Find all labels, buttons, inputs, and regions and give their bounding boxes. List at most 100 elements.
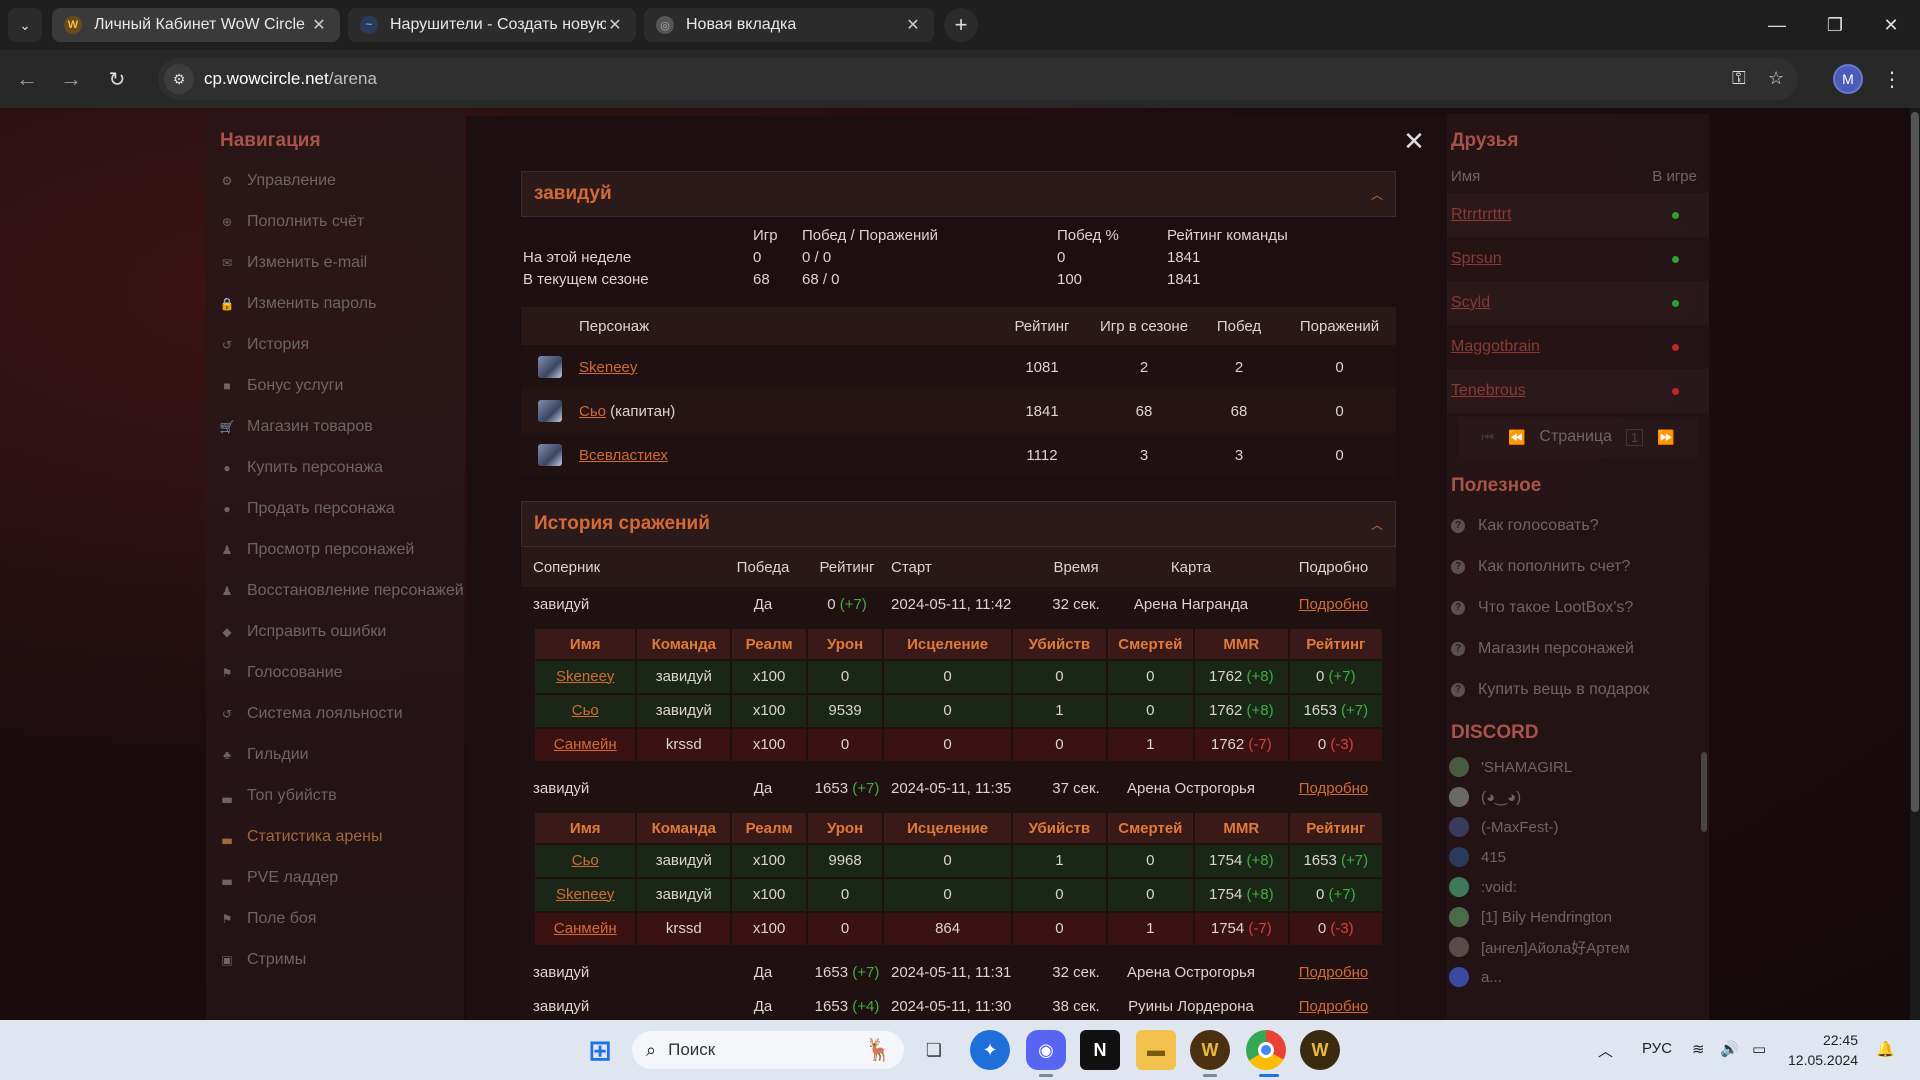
- nav-item[interactable]: ● Купить персонажа: [206, 447, 464, 488]
- nav-item[interactable]: ✉ Изменить e-mail: [206, 242, 464, 283]
- address-bar[interactable]: ⚙ cp.wowcircle.net/arena ⚿ ☆: [158, 58, 1798, 100]
- nav-item[interactable]: ◆ Исправить ошибки: [206, 611, 464, 652]
- character-link[interactable]: Всевластиех: [579, 447, 668, 464]
- taskbar-clock[interactable]: 22:45 12.05.2024: [1788, 1030, 1858, 1070]
- player-link[interactable]: Санмейн: [554, 920, 617, 937]
- close-window-icon[interactable]: ✕: [1862, 0, 1920, 50]
- next-page-icon[interactable]: ⏩: [1657, 429, 1674, 446]
- nav-item[interactable]: ♟ Просмотр персонажей: [206, 529, 464, 570]
- restore-icon[interactable]: ❐: [1806, 0, 1864, 50]
- details-link[interactable]: Подробно: [1299, 964, 1368, 981]
- useful-item[interactable]: ? Как пополнить счет?: [1447, 546, 1709, 587]
- taskbar-search[interactable]: ⌕ Поиск 🦌: [632, 1031, 904, 1069]
- player-link[interactable]: Сьо: [572, 702, 599, 719]
- new-tab-button[interactable]: +: [944, 8, 978, 42]
- back-icon[interactable]: ←: [10, 62, 44, 96]
- nav-item[interactable]: ▣ Стримы: [206, 939, 464, 980]
- discord-member[interactable]: :void:: [1447, 872, 1709, 902]
- notification-bell-icon[interactable]: 🔔: [1876, 1040, 1895, 1058]
- battery-icon[interactable]: ▭: [1752, 1040, 1766, 1058]
- password-key-icon[interactable]: ⚿: [1732, 68, 1746, 89]
- discord-member-list[interactable]: 'SHAMAGIRL (◕‿◕) (-MaxFest-) 415:void: [1] B…: [1447, 752, 1709, 992]
- wow-game-icon[interactable]: W: [1300, 1030, 1340, 1070]
- close-tab-icon[interactable]: ✕: [310, 15, 328, 35]
- nav-item[interactable]: ● Продать персонажа: [206, 488, 464, 529]
- nav-item[interactable]: ■ Бонус услуги: [206, 365, 464, 406]
- player-link[interactable]: Skeneey: [556, 886, 614, 903]
- discord-icon[interactable]: ◉: [1026, 1030, 1066, 1070]
- discord-member[interactable]: [1] Bily Hendrington: [1447, 902, 1709, 932]
- page-number-input[interactable]: 1: [1625, 428, 1644, 446]
- friend-link[interactable]: Maggotbrain: [1451, 338, 1540, 356]
- copilot-icon[interactable]: ✦: [970, 1030, 1010, 1070]
- page-scroll-thumb[interactable]: [1911, 112, 1919, 812]
- player-link[interactable]: Санмейн: [554, 736, 617, 753]
- discord-member[interactable]: 'SHAMAGIRL: [1447, 752, 1709, 782]
- chrome-icon[interactable]: [1246, 1030, 1286, 1070]
- discord-member[interactable]: [ангел]Айола好Артем: [1447, 932, 1709, 962]
- tray-chevron-up-icon[interactable]: ︿: [1598, 1040, 1613, 1061]
- discord-member[interactable]: (◕‿◕): [1447, 782, 1709, 812]
- nav-item[interactable]: ↺ Система лояльности: [206, 693, 464, 734]
- chevron-up-icon[interactable]: ︿: [1371, 516, 1383, 533]
- page-scrollbar[interactable]: [1910, 108, 1920, 1020]
- profile-avatar[interactable]: M: [1833, 64, 1863, 94]
- wifi-icon[interactable]: ≋: [1692, 1040, 1705, 1058]
- details-link[interactable]: Подробно: [1299, 780, 1368, 797]
- character-link[interactable]: Skeneey: [579, 359, 637, 376]
- friend-link[interactable]: Sprsun: [1451, 250, 1502, 268]
- nav-item[interactable]: ⚙ Управление: [206, 160, 464, 201]
- nav-item[interactable]: ⊕ Пополнить счёт: [206, 201, 464, 242]
- prev-page-icon[interactable]: ⏪: [1508, 429, 1525, 446]
- player-link[interactable]: Skeneey: [556, 668, 614, 685]
- details-link[interactable]: Подробно: [1299, 596, 1368, 613]
- useful-item[interactable]: ? Что такое LootBox's?: [1447, 587, 1709, 628]
- discord-member[interactable]: a...: [1447, 962, 1709, 992]
- chevron-up-icon[interactable]: ︿: [1371, 186, 1383, 203]
- start-windows-icon[interactable]: ⊞: [580, 1030, 620, 1070]
- nav-item[interactable]: ♟ Восстановление персонажей: [206, 570, 464, 611]
- nav-item[interactable]: ⚑ Поле боя: [206, 898, 464, 939]
- modal-close-icon[interactable]: ✕: [1401, 126, 1427, 156]
- nav-item[interactable]: 🛒 Магазин товаров: [206, 406, 464, 447]
- tab-new-tab[interactable]: ◎ Новая вкладка ✕: [644, 8, 934, 42]
- useful-item[interactable]: ? Магазин персонажей: [1447, 628, 1709, 669]
- tab-violators[interactable]: ~ Нарушители - Создать новую ✕: [348, 8, 636, 42]
- forward-icon[interactable]: →: [54, 62, 88, 96]
- first-page-icon[interactable]: ⏮: [1481, 429, 1494, 446]
- friend-link[interactable]: Scyld: [1451, 294, 1490, 312]
- bookmark-star-icon[interactable]: ☆: [1768, 68, 1784, 89]
- discord-member[interactable]: 415: [1447, 842, 1709, 872]
- nav-item[interactable]: ▃ Топ убийств: [206, 775, 464, 816]
- volume-icon[interactable]: 🔊: [1720, 1040, 1739, 1058]
- browser-menu-icon[interactable]: ⋮: [1880, 64, 1904, 94]
- language-indicator[interactable]: РУС: [1642, 1040, 1672, 1057]
- player-link[interactable]: Сьо: [572, 852, 599, 869]
- nav-item[interactable]: ▃ Статистика арены: [206, 816, 464, 857]
- nav-item[interactable]: ♣ Гильдии: [206, 734, 464, 775]
- friend-link[interactable]: Tenebrous: [1451, 382, 1526, 400]
- useful-item[interactable]: ? Как голосовать?: [1447, 505, 1709, 546]
- task-view-icon[interactable]: ❏: [914, 1030, 954, 1070]
- team-section-header[interactable]: завидуй ︿: [521, 171, 1396, 217]
- file-explorer-icon[interactable]: ▬: [1136, 1030, 1176, 1070]
- friend-link[interactable]: Rtrrtrrttrt: [1451, 206, 1511, 224]
- wow-launcher-icon[interactable]: W: [1190, 1030, 1230, 1070]
- useful-item[interactable]: ? Купить вещь в подарок: [1447, 669, 1709, 710]
- nav-item[interactable]: ↺ История: [206, 324, 464, 365]
- close-tab-icon[interactable]: ✕: [606, 15, 624, 35]
- site-info-icon[interactable]: ⚙: [164, 64, 194, 94]
- close-tab-icon[interactable]: ✕: [904, 15, 922, 35]
- discord-member[interactable]: (-MaxFest-): [1447, 812, 1709, 842]
- history-section-header[interactable]: История сражений ︿: [521, 501, 1396, 547]
- tab-search-button[interactable]: ⌄: [8, 8, 42, 42]
- reload-icon[interactable]: ↻: [100, 62, 134, 96]
- character-link[interactable]: Сьо: [579, 403, 606, 420]
- nav-item[interactable]: 🔒 Изменить пароль: [206, 283, 464, 324]
- discord-scrollbar[interactable]: [1701, 752, 1707, 832]
- tab-wowcircle-cabinet[interactable]: W Личный Кабинет WoW Circle I ✕: [52, 8, 340, 42]
- nav-item[interactable]: ▃ PVE ладдер: [206, 857, 464, 898]
- details-link[interactable]: Подробно: [1299, 998, 1368, 1015]
- nav-item[interactable]: ⚑ Голосование: [206, 652, 464, 693]
- notion-icon[interactable]: N: [1080, 1030, 1120, 1070]
